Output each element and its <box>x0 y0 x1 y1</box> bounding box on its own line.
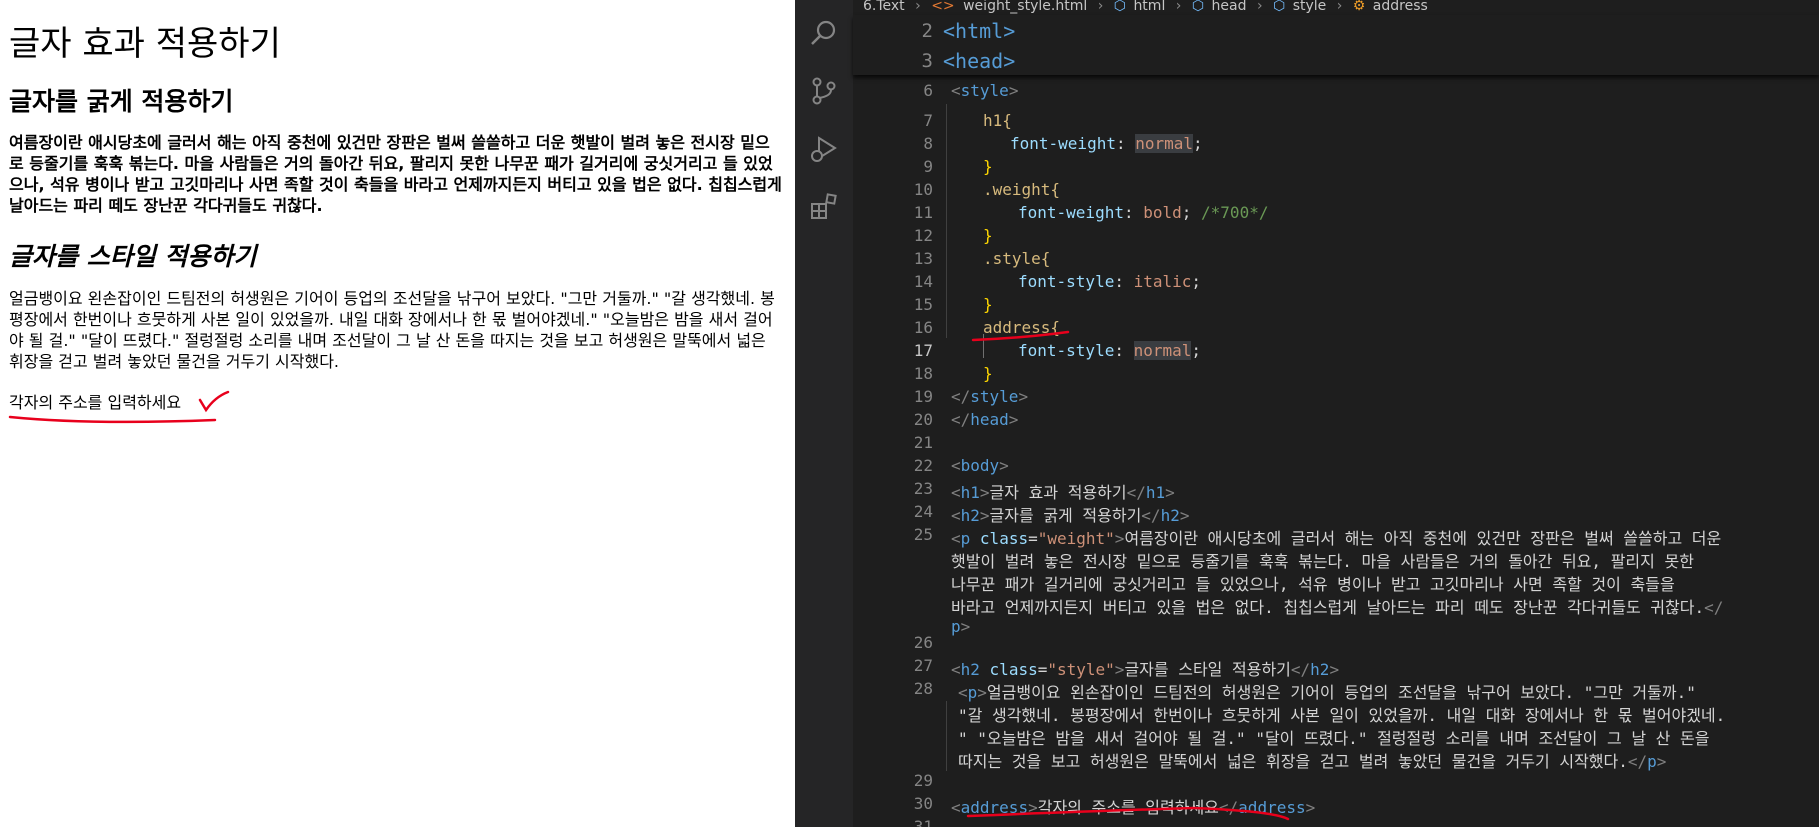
line-number-gutter: 6 7 8 9 10 11 12 13 14 15 16 17 18 19 20… <box>853 76 943 827</box>
red-annotation-marks <box>966 330 1290 821</box>
line-number: 3 <box>921 50 933 72</box>
chevron-right-icon: › <box>1175 0 1182 14</box>
breadcrumb-style[interactable]: style <box>1293 0 1327 13</box>
breadcrumb: 6.Text › <> weight_style.html › ⬡ html ›… <box>853 0 1819 14</box>
red-annotation-marks <box>8 390 230 424</box>
line-number: 10 <box>913 180 933 199</box>
line-number: 12 <box>913 226 933 245</box>
code-line: <head> <box>943 49 1016 73</box>
line-number: 22 <box>913 456 933 475</box>
line-number: 2 <box>921 20 933 42</box>
line-number: 16 <box>913 318 933 337</box>
run-debug-icon[interactable] <box>809 134 839 164</box>
element-icon: ⬡ <box>1273 0 1286 14</box>
line-number: 25 <box>913 525 933 544</box>
editor-scrollbar[interactable] <box>1805 15 1819 827</box>
chevron-right-icon: › <box>915 0 921 14</box>
line-number: 20 <box>913 410 933 429</box>
line-number: 30 <box>913 794 933 813</box>
chevron-right-icon: › <box>1097 0 1104 14</box>
line-number: 31 <box>913 817 933 827</box>
line-number: 6 <box>923 81 933 100</box>
extensions-icon[interactable] <box>809 192 839 222</box>
chevron-right-icon: › <box>1336 0 1343 14</box>
html-file-icon: <> <box>931 0 955 14</box>
line-number: 14 <box>913 272 933 291</box>
line-number: 7 <box>923 111 933 130</box>
line-number: 29 <box>913 771 933 790</box>
breadcrumb-html[interactable]: html <box>1133 0 1165 13</box>
line-number-current: 17 <box>913 341 933 360</box>
breadcrumb-file[interactable]: weight_style.html <box>963 0 1087 13</box>
line-number: 26 <box>913 633 933 652</box>
line-number: 11 <box>913 203 933 222</box>
breadcrumb-address[interactable]: address <box>1373 0 1428 13</box>
breadcrumb-folder[interactable]: 6.Text <box>863 0 905 13</box>
browser-preview: 글자 효과 적용하기 글자를 굵게 적용하기 여름장이란 애시당초에 글러서 해… <box>0 0 795 827</box>
line-number: 24 <box>913 502 933 521</box>
line-number: 18 <box>913 364 933 383</box>
code-editor: 6.Text › <> weight_style.html › ⬡ html ›… <box>795 0 1819 827</box>
source-control-icon[interactable] <box>809 76 839 106</box>
code-line: <html> <box>943 19 1016 43</box>
line-number: 23 <box>913 479 933 498</box>
line-number: 13 <box>913 249 933 268</box>
class-icon: ⚙ <box>1352 0 1366 14</box>
chevron-right-icon: › <box>1256 0 1263 14</box>
activity-bar <box>795 0 853 827</box>
code-area[interactable]: <style> h1{ font-weight: normal; } .weig… <box>943 76 1819 827</box>
element-icon: ⬡ <box>1191 0 1205 14</box>
line-number: 8 <box>923 134 933 153</box>
line-number: 19 <box>913 387 933 406</box>
sticky-scroll[interactable]: 2 <html> 3 <head> <box>853 15 1819 75</box>
line-number: 15 <box>913 295 933 314</box>
line-number: 21 <box>913 433 933 452</box>
breadcrumb-head[interactable]: head <box>1212 0 1247 13</box>
line-number: 27 <box>913 656 933 675</box>
element-icon: ⬡ <box>1113 0 1126 14</box>
line-number: 9 <box>923 157 933 176</box>
line-number: 28 <box>913 679 933 698</box>
search-icon[interactable] <box>809 18 839 48</box>
